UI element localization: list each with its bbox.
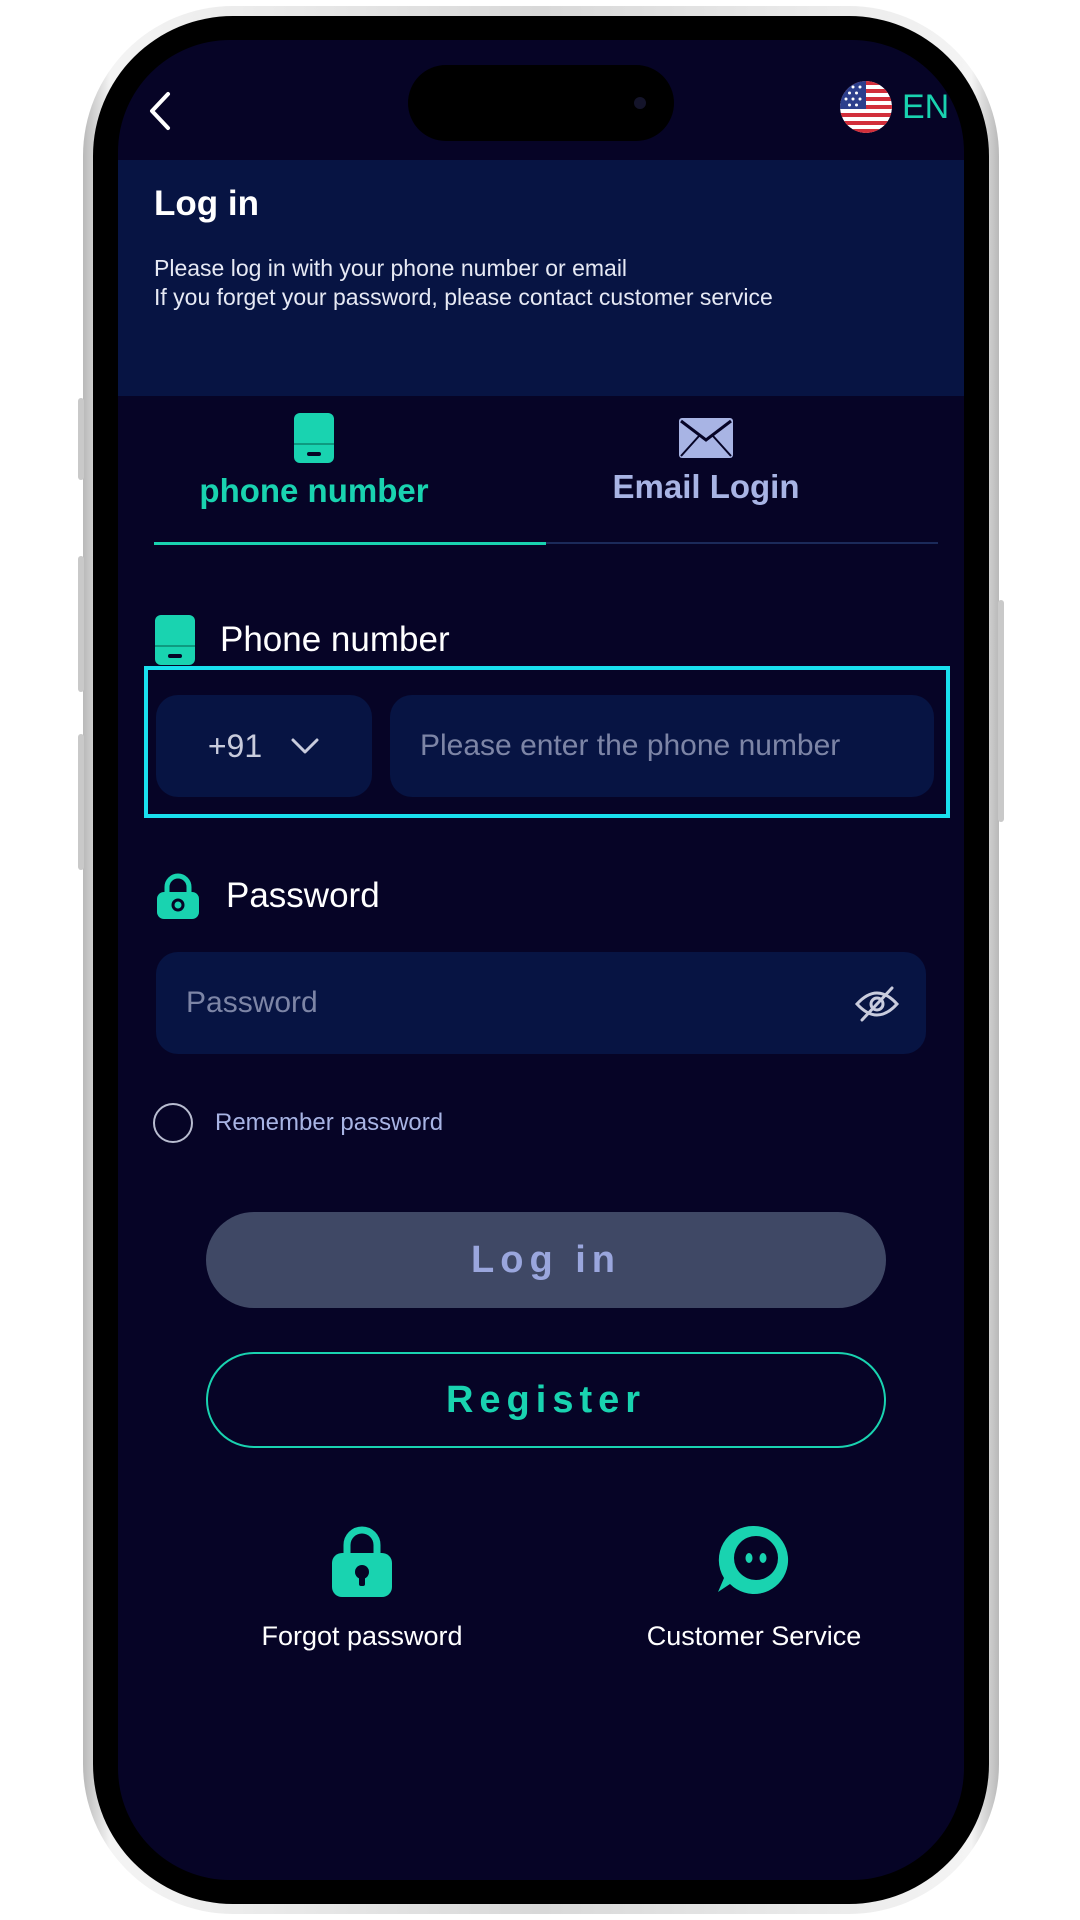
tab-email-login[interactable]: Email Login <box>510 412 902 532</box>
country-code-value: +91 <box>207 727 263 764</box>
tab-phone-number-label: phone number <box>199 472 429 509</box>
customer-service-label: Customer Service <box>646 1621 862 1651</box>
camera-dot <box>634 97 646 109</box>
customer-service-link[interactable]: Customer Service <box>604 1522 904 1652</box>
inactive-tab-divider <box>546 542 938 544</box>
eye-off-icon[interactable] <box>854 984 900 1024</box>
subtitle-line-2: If you forget your password, please cont… <box>154 284 773 310</box>
tab-email-login-label: Email Login <box>612 468 800 505</box>
password-input[interactable] <box>156 952 826 1054</box>
tab-phone-number[interactable]: phone number <box>118 412 510 532</box>
remember-password[interactable]: Remember password <box>153 1103 443 1143</box>
lock-icon <box>157 873 199 919</box>
volume-down-button <box>78 734 84 870</box>
chat-bubble-icon <box>718 1525 789 1594</box>
page-subtitle: Please log in with your phone number or … <box>154 254 773 312</box>
chevron-down-icon <box>291 738 319 754</box>
phone-icon <box>294 413 334 463</box>
login-button[interactable]: Log in <box>206 1212 886 1308</box>
page-title: Log in <box>154 184 259 223</box>
password-field-label: Password <box>226 876 380 915</box>
active-tab-indicator <box>154 542 546 545</box>
power-button <box>998 600 1004 822</box>
phone-icon <box>155 615 195 665</box>
envelope-icon <box>679 418 733 458</box>
volume-up-button <box>78 556 84 692</box>
app-screen: EN Log in Please log in with your phone … <box>118 40 964 1880</box>
country-code-select[interactable]: +91 <box>156 695 372 797</box>
dynamic-island <box>408 65 674 141</box>
subtitle-line-1: Please log in with your phone number or … <box>154 255 628 281</box>
lock-icon <box>332 1526 392 1597</box>
language-code: EN <box>902 87 950 126</box>
chevron-left-icon[interactable] <box>140 86 180 136</box>
us-flag-icon <box>840 81 892 133</box>
language-selector[interactable]: EN <box>840 81 949 133</box>
password-field <box>156 952 926 1054</box>
phone-field-label-row: Phone number <box>154 614 450 666</box>
action-button <box>78 398 84 480</box>
phone-field-label: Phone number <box>220 620 450 659</box>
password-field-label-row: Password <box>154 872 380 920</box>
register-button[interactable]: Register <box>206 1352 886 1448</box>
phone-number-input[interactable] <box>390 695 934 797</box>
remember-password-checkbox[interactable] <box>153 1103 193 1143</box>
remember-password-label: Remember password <box>215 1109 444 1136</box>
forgot-password-label: Forgot password <box>261 1621 463 1651</box>
forgot-password-link[interactable]: Forgot password <box>212 1522 512 1652</box>
